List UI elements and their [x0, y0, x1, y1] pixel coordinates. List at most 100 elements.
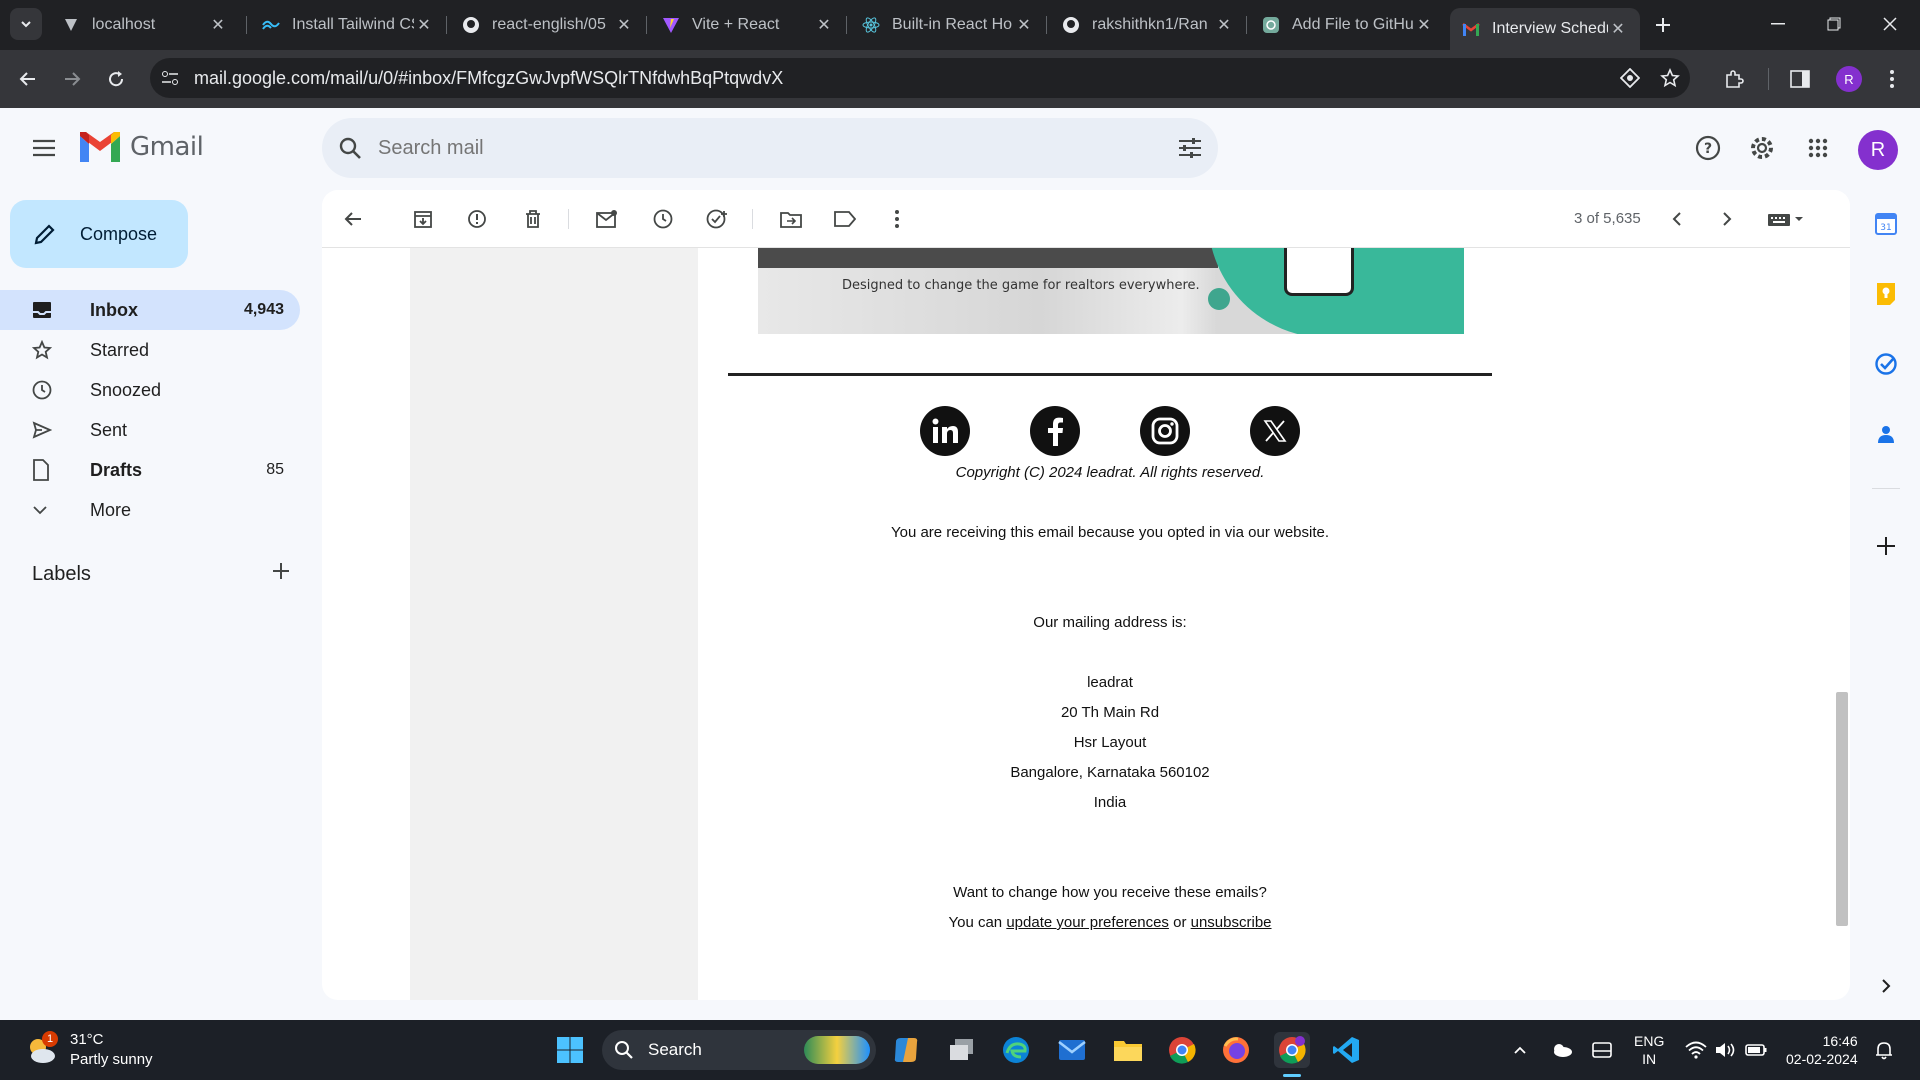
- tab-gmail-active[interactable]: Interview Schedu ✕: [1450, 8, 1640, 50]
- tab-react-hooks[interactable]: Built-in React Ho ✕: [850, 8, 1046, 42]
- tab-vite-react[interactable]: Vite + React ✕: [650, 8, 846, 42]
- browser-profile-avatar[interactable]: R: [1836, 66, 1862, 92]
- tailwind-icon: [262, 16, 280, 34]
- account-avatar[interactable]: R: [1858, 130, 1898, 170]
- system-clock[interactable]: 16:46 02-02-2024: [1786, 1032, 1858, 1068]
- back-button[interactable]: [12, 63, 44, 95]
- report-spam-icon[interactable]: [460, 202, 494, 236]
- instagram-icon[interactable]: [1140, 406, 1190, 456]
- snooze-icon[interactable]: [646, 202, 680, 236]
- sidebar-item-starred[interactable]: Starred: [0, 330, 300, 370]
- tab-search-button[interactable]: [10, 8, 42, 40]
- tab-react-english[interactable]: react-english/05 ✕: [450, 8, 646, 42]
- sidebar-item-snoozed[interactable]: Snoozed: [0, 370, 300, 410]
- sidebar-item-sent[interactable]: Sent: [0, 410, 300, 450]
- show-side-panel-icon[interactable]: [1870, 970, 1902, 1002]
- label-icon[interactable]: [828, 202, 862, 236]
- back-to-inbox-icon[interactable]: [336, 202, 370, 236]
- onedrive-icon[interactable]: [1550, 1038, 1574, 1062]
- tablet-mode-icon[interactable]: [1590, 1038, 1614, 1062]
- close-icon[interactable]: ✕: [1014, 15, 1034, 35]
- sidebar-item-more[interactable]: More: [0, 490, 300, 530]
- edge-icon[interactable]: [998, 1032, 1034, 1068]
- weather-widget[interactable]: 1 31°C Partly sunny: [24, 1030, 153, 1070]
- gmail-logo[interactable]: Gmail: [80, 132, 204, 162]
- add-to-tasks-icon[interactable]: [700, 202, 734, 236]
- restore-button[interactable]: [1814, 8, 1854, 40]
- firefox-icon[interactable]: [1218, 1032, 1254, 1068]
- archive-icon[interactable]: [406, 202, 440, 236]
- address-bar[interactable]: mail.google.com/mail/u/0/#inbox/FMfcgzGw…: [150, 58, 1690, 98]
- windows-start-icon[interactable]: [552, 1032, 588, 1068]
- volume-icon[interactable]: [1714, 1038, 1738, 1062]
- bookmark-star-icon[interactable]: [1658, 66, 1682, 90]
- mark-unread-icon[interactable]: [590, 202, 624, 236]
- reload-button[interactable]: [100, 63, 132, 95]
- unsubscribe-link[interactable]: unsubscribe: [1191, 914, 1272, 931]
- search-options-icon[interactable]: [1162, 118, 1218, 178]
- close-icon[interactable]: ✕: [814, 15, 834, 35]
- close-icon[interactable]: ✕: [614, 15, 634, 35]
- linkedin-icon[interactable]: [920, 406, 970, 456]
- site-settings-icon[interactable]: [150, 58, 190, 98]
- language-indicator[interactable]: ENG IN: [1634, 1032, 1664, 1068]
- tab-chatgpt[interactable]: Add File to GitHu ✕: [1250, 8, 1446, 42]
- battery-icon[interactable]: [1744, 1038, 1768, 1062]
- support-icon[interactable]: ?: [1688, 128, 1728, 168]
- search-input[interactable]: [378, 136, 1162, 160]
- sidebar-item-drafts[interactable]: Drafts 85: [0, 450, 300, 490]
- delete-icon[interactable]: [516, 202, 550, 236]
- task-view-icon[interactable]: [944, 1032, 980, 1068]
- input-tools-keyboard-icon[interactable]: [1762, 202, 1812, 236]
- contacts-icon[interactable]: [1870, 418, 1902, 450]
- taskbar-search[interactable]: Search: [602, 1030, 876, 1070]
- tab-github-repo[interactable]: rakshithkn1/Ran ✕: [1050, 8, 1246, 42]
- browser-menu-icon[interactable]: [1876, 63, 1908, 95]
- tasks-icon[interactable]: [1870, 348, 1902, 380]
- extensions-puzzle-icon[interactable]: [1718, 63, 1750, 95]
- search-bar[interactable]: [322, 118, 1218, 178]
- opt-in-reason: You are receiving this email because you…: [890, 524, 1330, 541]
- close-icon[interactable]: ✕: [1608, 19, 1628, 39]
- get-addons-icon[interactable]: [1870, 530, 1902, 562]
- minimize-button[interactable]: [1758, 8, 1798, 40]
- mail-app-icon[interactable]: [1054, 1032, 1090, 1068]
- chrome-profile-icon[interactable]: [1274, 1032, 1310, 1068]
- notification-bell-icon[interactable]: [1872, 1038, 1896, 1062]
- wifi-icon[interactable]: [1684, 1038, 1708, 1062]
- forward-button[interactable]: [56, 63, 88, 95]
- extension-diamond-icon[interactable]: [1618, 66, 1642, 90]
- x-icon[interactable]: [1250, 406, 1300, 456]
- main-menu-icon[interactable]: [24, 128, 64, 168]
- scrollbar-thumb[interactable]: [1836, 692, 1848, 926]
- chrome-icon[interactable]: [1164, 1032, 1200, 1068]
- new-tab-button[interactable]: [1650, 12, 1676, 38]
- close-icon[interactable]: ✕: [1414, 15, 1434, 35]
- side-panel-icon[interactable]: [1784, 63, 1816, 95]
- vscode-icon[interactable]: [1328, 1032, 1364, 1068]
- move-to-icon[interactable]: [774, 202, 808, 236]
- keep-icon[interactable]: [1870, 278, 1902, 310]
- tab-localhost[interactable]: localhost ✕: [50, 8, 240, 42]
- google-apps-icon[interactable]: [1798, 128, 1838, 168]
- more-options-icon[interactable]: [880, 202, 914, 236]
- close-window-button[interactable]: [1870, 8, 1910, 40]
- file-explorer-icon[interactable]: [1110, 1032, 1146, 1068]
- older-chevron-right-icon[interactable]: [1710, 202, 1744, 236]
- show-hidden-icons-chevron[interactable]: [1508, 1038, 1532, 1062]
- update-preferences-link[interactable]: update your preferences: [1006, 914, 1169, 931]
- sidebar-item-inbox[interactable]: Inbox 4,943: [0, 290, 300, 330]
- banner-tagline: Designed to change the game for realtors…: [842, 278, 1200, 293]
- search-icon[interactable]: [322, 118, 378, 178]
- copilot-icon[interactable]: [888, 1032, 924, 1068]
- calendar-icon[interactable]: 31: [1870, 208, 1902, 240]
- tab-tailwind[interactable]: Install Tailwind CSS ✕: [250, 8, 446, 42]
- close-icon[interactable]: ✕: [1214, 15, 1234, 35]
- close-icon[interactable]: ✕: [208, 15, 228, 35]
- settings-gear-icon[interactable]: [1742, 128, 1782, 168]
- add-label-icon[interactable]: [272, 562, 290, 586]
- newer-chevron-left-icon[interactable]: [1660, 202, 1694, 236]
- facebook-icon[interactable]: [1030, 406, 1080, 456]
- close-icon[interactable]: ✕: [414, 15, 434, 35]
- compose-button[interactable]: Compose: [10, 200, 188, 268]
